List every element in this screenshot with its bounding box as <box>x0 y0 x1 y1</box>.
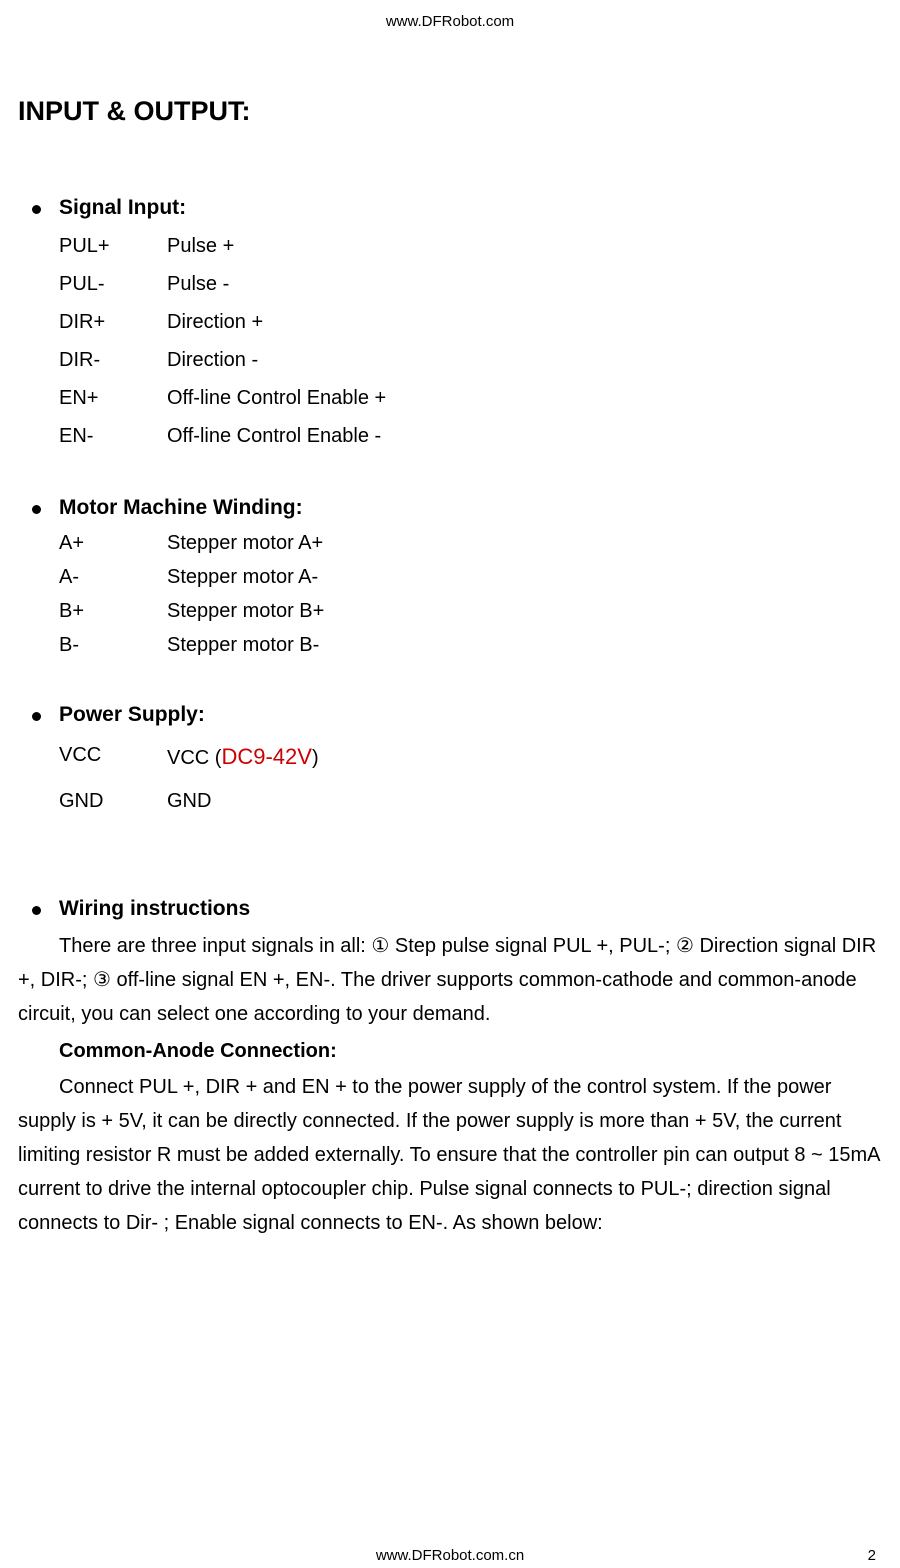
pin-row: B+ Stepper motor B+ <box>59 594 882 628</box>
pin-desc: Pulse + <box>167 227 882 265</box>
pin-row: PUL- Pulse - <box>59 265 882 303</box>
section-signal-input: Signal Input: PUL+ Pulse + PUL- Pulse - … <box>18 191 882 455</box>
bullet-icon <box>32 712 41 721</box>
section-title-signal-input: Signal Input: <box>59 191 186 225</box>
pin-label: A- <box>59 560 167 594</box>
pin-label: EN+ <box>59 379 167 417</box>
pin-row: DIR+ Direction + <box>59 303 882 341</box>
pin-label: B+ <box>59 594 167 628</box>
pin-desc: GND <box>167 780 882 822</box>
pin-label: DIR- <box>59 341 167 379</box>
common-anode-heading: Common-Anode Connection: <box>59 1035 882 1067</box>
pin-label: DIR+ <box>59 303 167 341</box>
pin-row: B- Stepper motor B- <box>59 628 882 662</box>
pin-row: EN+ Off-line Control Enable + <box>59 379 882 417</box>
pin-label: A+ <box>59 526 167 560</box>
bullet-icon <box>32 205 41 214</box>
pin-desc: Off-line Control Enable + <box>167 379 882 417</box>
pin-desc: Direction - <box>167 341 882 379</box>
pin-desc: Pulse - <box>167 265 882 303</box>
pin-desc: Stepper motor B+ <box>167 594 882 628</box>
pin-row: GND GND <box>59 780 882 822</box>
voltage-spec: DC9-42V <box>221 744 311 769</box>
pin-label: PUL+ <box>59 227 167 265</box>
wiring-intro-text: There are three input signals in all: ① … <box>18 929 882 1031</box>
section-title-motor-winding: Motor Machine Winding: <box>59 491 303 525</box>
section-power-supply: Power Supply: VCC VCC (DC9-42V) GND GND <box>18 698 882 822</box>
section-title-power-supply: Power Supply: <box>59 698 205 732</box>
pin-row: EN- Off-line Control Enable - <box>59 417 882 455</box>
pin-desc: Stepper motor A+ <box>167 526 882 560</box>
bullet-icon <box>32 906 41 915</box>
pin-desc: Direction + <box>167 303 882 341</box>
section-title-wiring: Wiring instructions <box>59 892 250 926</box>
pin-label: PUL- <box>59 265 167 303</box>
page-title: INPUT & OUTPUT: <box>18 90 882 133</box>
pin-label: EN- <box>59 417 167 455</box>
common-anode-body: Connect PUL +, DIR + and EN + to the pow… <box>18 1070 882 1240</box>
pin-label: GND <box>59 780 167 822</box>
pin-row: A+ Stepper motor A+ <box>59 526 882 560</box>
pin-row: DIR- Direction - <box>59 341 882 379</box>
pin-label: B- <box>59 628 167 662</box>
pin-desc: Off-line Control Enable - <box>167 417 882 455</box>
pin-row: VCC VCC (DC9-42V) <box>59 734 882 780</box>
pin-desc: Stepper motor A- <box>167 560 882 594</box>
pin-label: VCC <box>59 734 167 780</box>
footer-url: www.DFRobot.com.cn <box>376 1544 524 1568</box>
pin-row: PUL+ Pulse + <box>59 227 882 265</box>
footer-page-number: 2 <box>868 1544 876 1568</box>
pin-row: A- Stepper motor A- <box>59 560 882 594</box>
pin-desc: Stepper motor B- <box>167 628 882 662</box>
bullet-icon <box>32 505 41 514</box>
header-url: www.DFRobot.com <box>18 0 882 34</box>
section-wiring: Wiring instructions There are three inpu… <box>18 892 882 1240</box>
section-motor-winding: Motor Machine Winding: A+ Stepper motor … <box>18 491 882 663</box>
pin-desc: VCC (DC9-42V) <box>167 734 882 780</box>
